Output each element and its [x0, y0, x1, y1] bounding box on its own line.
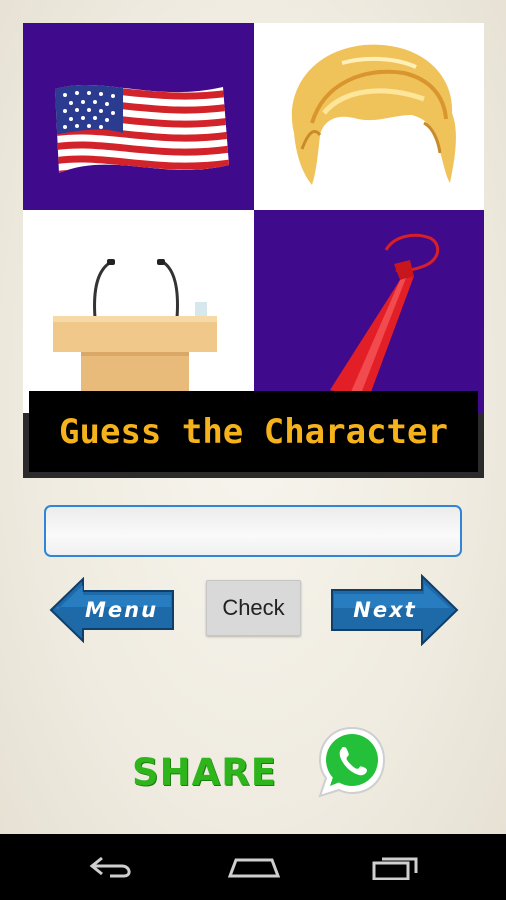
- home-icon[interactable]: [226, 854, 282, 880]
- next-button[interactable]: Next: [330, 574, 459, 646]
- puzzle-board: Guess the Character: [23, 23, 484, 478]
- us-flag-icon: [55, 84, 229, 173]
- check-button[interactable]: Check: [206, 580, 301, 636]
- share-button[interactable]: SHARE: [132, 724, 392, 804]
- podium-microphones-icon: [53, 259, 217, 413]
- tile-red-tie: [254, 210, 484, 413]
- system-navigation-bar: [0, 834, 506, 900]
- tile-podium: [23, 210, 254, 413]
- tile-blonde-hair: [254, 23, 484, 210]
- whatsapp-icon: [318, 726, 386, 798]
- share-label: SHARE: [132, 751, 278, 794]
- title-banner: Guess the Character: [29, 391, 478, 472]
- tile-us-flag: [23, 23, 254, 210]
- blonde-hair-icon: [291, 44, 456, 185]
- answer-input[interactable]: [44, 505, 462, 557]
- menu-button[interactable]: Menu: [49, 577, 176, 643]
- back-icon[interactable]: [88, 854, 136, 880]
- puzzle-title: Guess the Character: [59, 411, 448, 452]
- menu-button-label: Menu: [85, 598, 159, 622]
- recents-icon[interactable]: [370, 854, 420, 880]
- next-button-label: Next: [353, 598, 417, 622]
- red-tie-icon: [330, 233, 440, 400]
